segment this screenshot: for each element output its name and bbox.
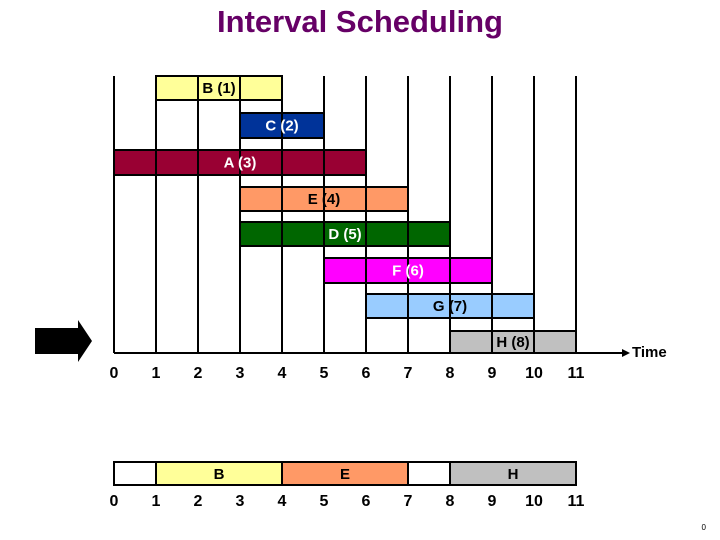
time-tick-label: 3 bbox=[236, 365, 245, 382]
schedule-tick-label: 6 bbox=[362, 493, 371, 510]
job-c: C (2) bbox=[239, 112, 325, 139]
schedule-label: E bbox=[340, 466, 350, 483]
job-label: G (7) bbox=[433, 298, 467, 315]
time-tick-label: 7 bbox=[404, 365, 413, 382]
schedule-tick-label: 5 bbox=[320, 493, 329, 510]
schedule-tick-label: 2 bbox=[194, 493, 203, 510]
time-tick-label: 10 bbox=[525, 365, 543, 382]
schedule-label: H bbox=[508, 466, 519, 483]
time-tick-label: 9 bbox=[488, 365, 497, 382]
schedule-tick-label: 9 bbox=[488, 493, 497, 510]
schedule-rect bbox=[407, 461, 451, 486]
time-tick-label: 1 bbox=[152, 365, 161, 382]
schedule-segment-h: H bbox=[449, 461, 577, 486]
job-label: B (1) bbox=[202, 80, 235, 97]
schedule-tick-label: 1 bbox=[152, 493, 161, 510]
job-label: A (3) bbox=[224, 155, 257, 172]
interval-diagram: B (1) C (2) A (3) E (4) D (5) F (6) G (7) H (8)… bbox=[35, 75, 667, 510]
schedule-tick-label: 7 bbox=[404, 493, 413, 510]
schedule-tick-label: 11 bbox=[568, 493, 585, 510]
axis-arrowhead bbox=[622, 349, 630, 357]
schedule-tick-label: 3 bbox=[236, 493, 245, 510]
time-tick-label: 6 bbox=[362, 365, 371, 382]
job-label: D (5) bbox=[328, 226, 361, 243]
page-number: 0 bbox=[701, 523, 706, 532]
schedule-bar: BEH bbox=[113, 461, 577, 486]
job-label: E (4) bbox=[308, 191, 341, 208]
schedule-tick-label: 10 bbox=[525, 493, 543, 510]
job-d: D (5) bbox=[239, 221, 451, 247]
time-tick-label: 2 bbox=[194, 365, 203, 382]
time-tick-label: 8 bbox=[446, 365, 455, 382]
time-tick-label: 0 bbox=[110, 365, 119, 382]
schedule-tick-label: 0 bbox=[110, 493, 119, 510]
job-label: F (6) bbox=[392, 263, 424, 280]
job-bars: B (1) C (2) A (3) E (4) D (5) F (6) G (7) H (8) bbox=[113, 75, 577, 354]
schedule-segment-idle bbox=[113, 461, 157, 486]
schedule-tick-label: 4 bbox=[278, 493, 287, 510]
job-label: C (2) bbox=[265, 118, 298, 135]
schedule-rect bbox=[113, 461, 157, 486]
current-step-arrow-icon bbox=[35, 320, 92, 362]
time-tick-label: 4 bbox=[278, 365, 287, 382]
job-a: A (3) bbox=[113, 149, 367, 176]
schedule-segment-idle bbox=[407, 461, 451, 486]
job-label: H (8) bbox=[496, 334, 529, 351]
schedule-segment-e: E bbox=[281, 461, 409, 486]
time-tick-label: 11 bbox=[568, 365, 585, 382]
job-g: G (7) bbox=[365, 293, 535, 319]
time-tick-labels: 0 1 2 3 4 5 6 7 8 9 10 11 bbox=[110, 365, 585, 382]
schedule-segment-b: B bbox=[155, 461, 283, 486]
schedule-tick-labels: 0 1 2 3 4 5 6 7 8 9 10 11 bbox=[110, 493, 585, 510]
time-tick-label: 5 bbox=[320, 365, 329, 382]
job-h: H (8) bbox=[449, 330, 577, 354]
job-b: B (1) bbox=[155, 75, 283, 101]
job-f: F (6) bbox=[323, 257, 493, 284]
schedule-label: B bbox=[214, 466, 225, 483]
job-e: E (4) bbox=[239, 186, 409, 212]
schedule-tick-label: 8 bbox=[446, 493, 455, 510]
time-axis-label: Time bbox=[632, 344, 667, 361]
